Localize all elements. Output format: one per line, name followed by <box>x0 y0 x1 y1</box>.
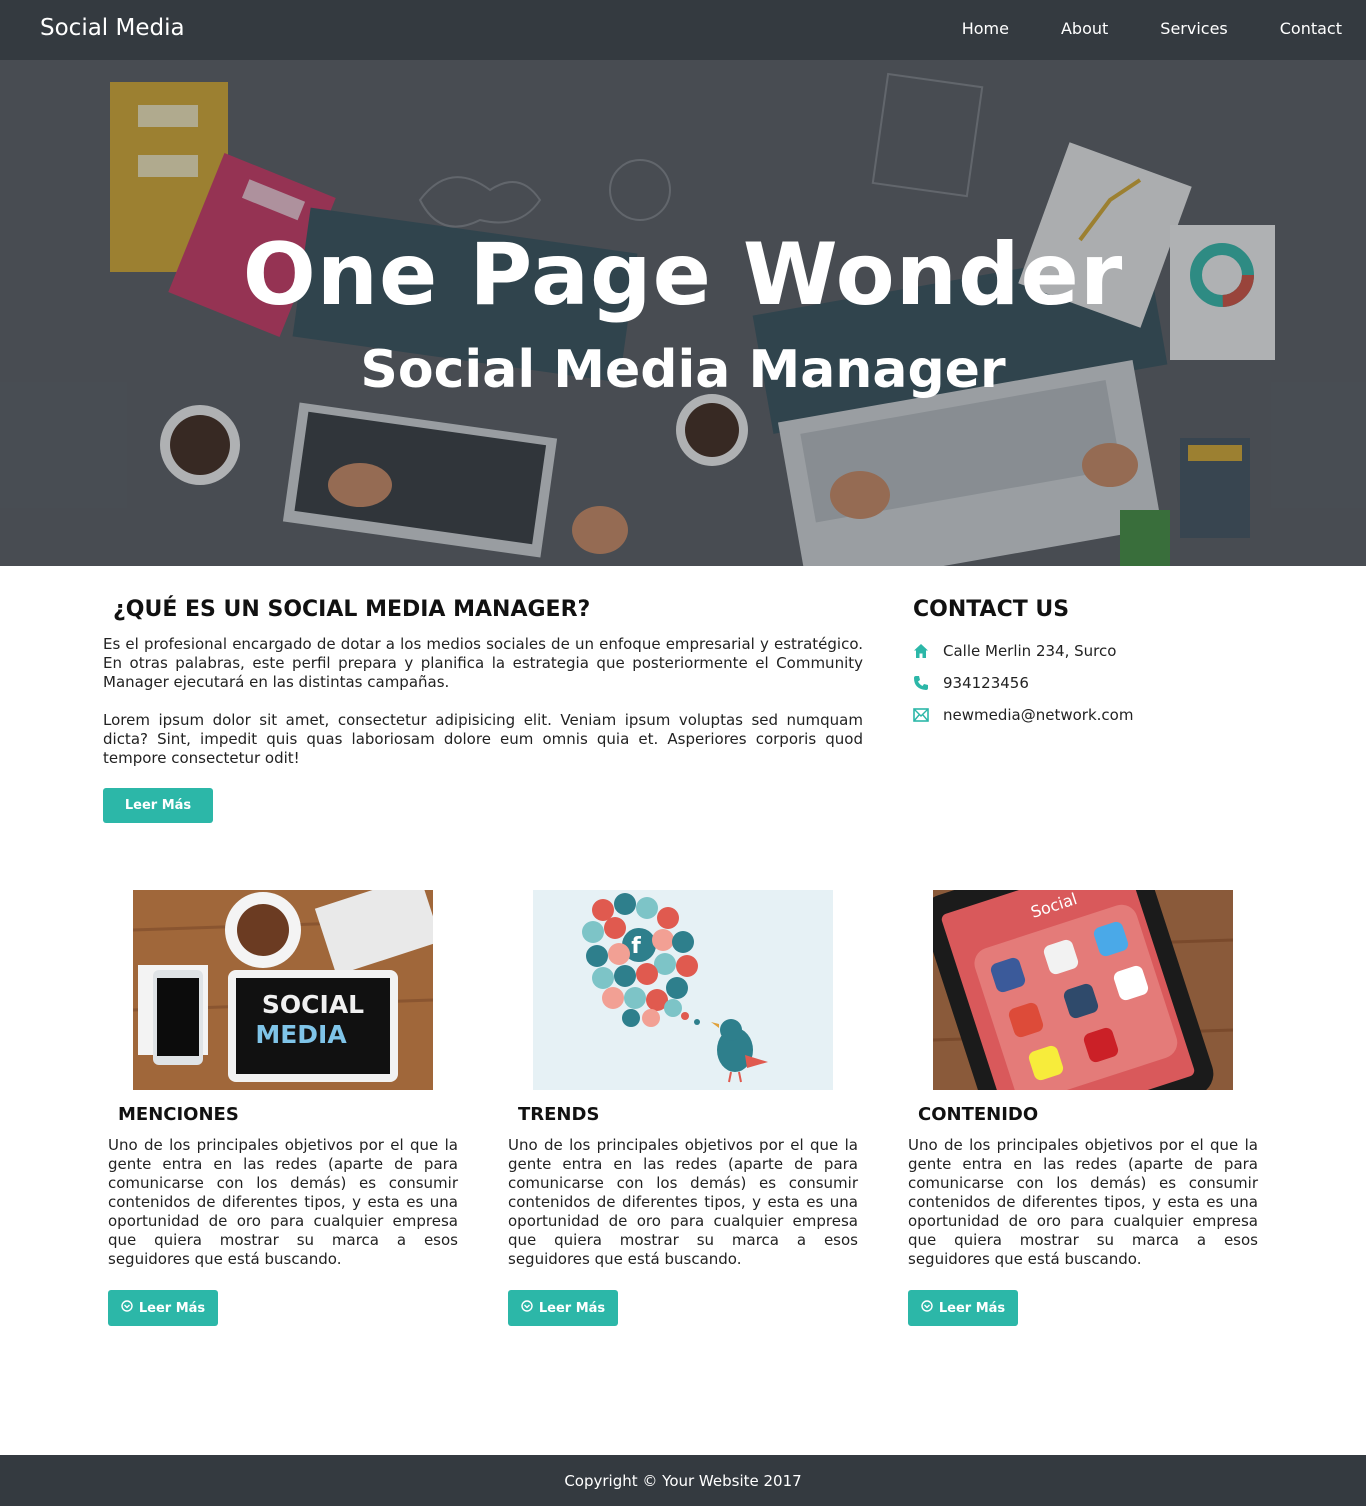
card-button-label: Leer Más <box>538 1300 606 1316</box>
card-image-social-bubble: f <box>533 890 833 1090</box>
contact-email[interactable]: newmedia@network.com <box>943 706 1133 724</box>
card-button-label: Leer Más <box>938 1300 1006 1316</box>
nav-link-contact[interactable]: Contact <box>1280 19 1342 38</box>
svg-text:f: f <box>631 934 641 959</box>
nav-links: Home About Services Contact <box>962 19 1342 38</box>
footer-copyright: Copyright © Your Website 2017 <box>564 1471 802 1490</box>
card-button-label: Leer Más <box>138 1300 206 1316</box>
navbar: Social Media Home About Services Contact <box>0 0 1366 60</box>
card-read-more-button[interactable]: Leer Más <box>508 1290 618 1326</box>
card-title: TRENDS <box>518 1104 600 1125</box>
contact-address: Calle Merlin 234, Surco <box>943 642 1117 660</box>
card-text: Uno de los principales objetivos por el … <box>108 1136 458 1268</box>
card-read-more-button[interactable]: Leer Más <box>908 1290 1018 1326</box>
chevron-circle-icon <box>121 1300 133 1316</box>
contact-phone-row: 934123456 <box>913 674 1029 692</box>
contact-address-row: Calle Merlin 234, Surco <box>913 642 1116 660</box>
card-image-phone-social-apps: Social <box>933 890 1233 1090</box>
about-read-more-button[interactable]: Leer Más <box>103 788 213 823</box>
nav-link-about[interactable]: About <box>1061 19 1108 38</box>
brand-link[interactable]: Social Media <box>40 15 185 41</box>
chevron-circle-icon <box>921 1300 933 1316</box>
card-image-text-media: MEDIA <box>255 1020 347 1049</box>
card-text: Uno de los principales objetivos por el … <box>908 1136 1258 1268</box>
card-read-more-button[interactable]: Leer Más <box>108 1290 218 1326</box>
chevron-circle-icon <box>521 1300 533 1316</box>
card-title: MENCIONES <box>118 1104 239 1125</box>
about-paragraph-1: Es el profesional encargado de dotar a l… <box>103 635 863 691</box>
home-icon <box>913 643 929 659</box>
hero-title: One Page Wonder <box>242 225 1124 325</box>
contact-email-row: newmedia@network.com <box>913 706 1133 724</box>
contact-phone: 934123456 <box>943 674 1029 692</box>
card-image-text-social: SOCIAL <box>262 990 364 1019</box>
hero-banner: One Page Wonder Social Media Manager <box>0 60 1366 566</box>
card-text: Uno de los principales objetivos por el … <box>508 1136 858 1268</box>
about-heading: ¿QUÉ ES UN SOCIAL MEDIA MANAGER? <box>113 597 591 622</box>
contact-heading: CONTACT US <box>913 597 1070 622</box>
card-title: CONTENIDO <box>918 1104 1039 1125</box>
card-image-social-media: SOCIAL MEDIA <box>133 890 433 1090</box>
nav-link-services[interactable]: Services <box>1160 19 1227 38</box>
envelope-icon <box>913 707 929 723</box>
about-paragraph-2: Lorem ipsum dolor sit amet, consectetur … <box>103 711 863 767</box>
phone-icon <box>913 675 929 691</box>
footer: Copyright © Your Website 2017 <box>0 1455 1366 1506</box>
nav-link-home[interactable]: Home <box>962 19 1009 38</box>
hero-subtitle: Social Media Manager <box>360 340 1006 400</box>
